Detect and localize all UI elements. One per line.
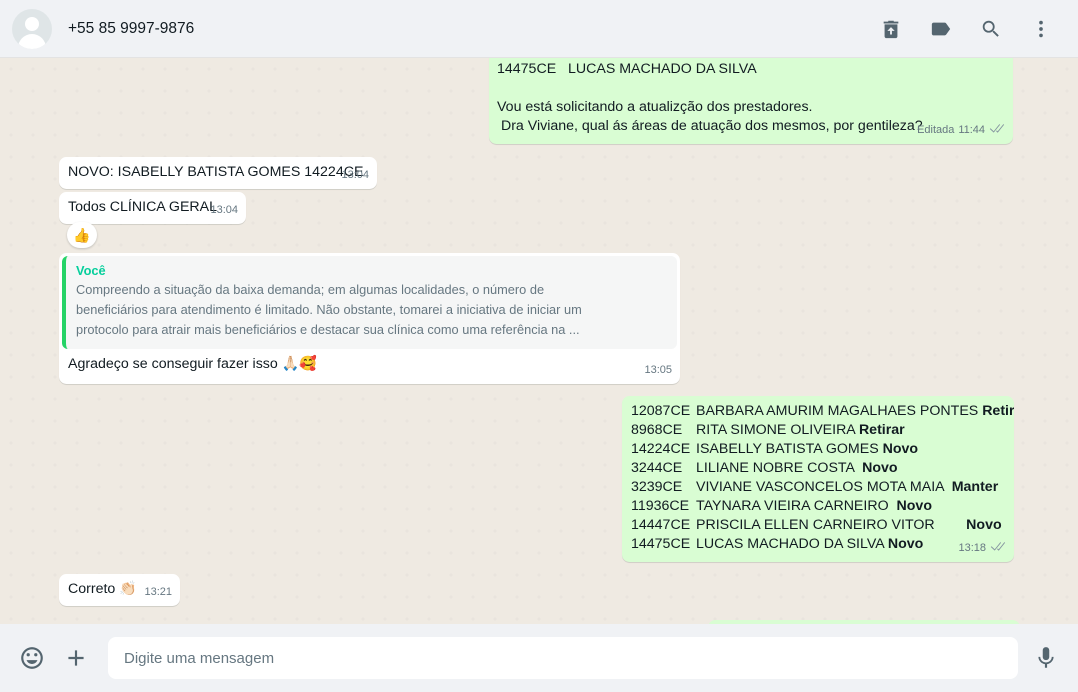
message-incoming[interactable]: Correto 👏🏻 13:21 — [59, 574, 180, 606]
mic-icon[interactable] — [1024, 636, 1068, 680]
message-meta: 13:18 — [959, 538, 1006, 558]
message-text: 14475CE LUCAS MACHADO DA SILVA — [497, 61, 757, 77]
provider-status: Retirar — [858, 422, 905, 438]
provider-name: LILIANE NOBRE COSTA — [696, 460, 863, 476]
message-time: 13:04 — [341, 169, 369, 181]
provider-code: 14475CE — [631, 536, 691, 552]
quoted-message[interactable]: Você Compreendo a situação da baixa dema… — [62, 256, 677, 349]
message-time: 13:18 — [958, 542, 987, 554]
provider-status: Novo — [966, 517, 1002, 533]
provider-row: 14224CE ISABELLY BATISTA GOMES Novo — [631, 440, 1014, 459]
provider-status: Novo — [887, 536, 924, 552]
provider-name: TAYNARA VIEIRA CARNEIRO — [696, 498, 897, 514]
message-text: Correto 👏🏻 — [68, 581, 137, 597]
provider-row: 3239CE VIVIANE VASCONCELOS MOTA MAIA Mant… — [631, 478, 1014, 497]
label-icon[interactable] — [916, 9, 966, 49]
provider-status: Novo — [882, 441, 919, 457]
quote-author: Você — [76, 263, 106, 278]
message-time: 13:21 — [144, 586, 172, 598]
plus-icon[interactable] — [54, 636, 98, 680]
provider-status: Novo — [862, 460, 898, 476]
message-text: Vou está solicitando a atualizção dos pr… — [497, 99, 813, 115]
provider-name: PRISCILA ELLEN CARNEIRO VITOR — [696, 517, 967, 533]
message-text: Todos CLÍNICA GERAL — [68, 199, 218, 215]
provider-code: 3239CE — [631, 479, 683, 495]
header-actions — [866, 9, 1066, 49]
quote-text-line: Compreendo a situação da baixa demanda; … — [76, 282, 545, 297]
provider-row: 14447CE PRISCILA ELLEN CARNEIRO VITOR Nov… — [631, 516, 1014, 535]
message-incoming[interactable]: Você Compreendo a situação da baixa dema… — [59, 253, 680, 384]
message-text: NOVO: ISABELLY BATISTA GOMES 14224CE — [68, 164, 364, 180]
message-meta: Editada 11:44 — [917, 120, 1005, 140]
provider-name: VIVIANE VASCONCELOS MOTA MAIA — [696, 479, 952, 495]
double-check-icon — [989, 121, 1005, 137]
message-time: 11:44 — [958, 124, 986, 136]
provider-row: 8968CE RITA SIMONE OLIVEIRA Retirar — [631, 421, 1014, 440]
contact-name[interactable]: +55 85 9997-9876 — [68, 20, 194, 38]
search-icon[interactable] — [966, 9, 1016, 49]
provider-status: Novo — [896, 498, 932, 514]
provider-code: 14447CE — [631, 517, 691, 533]
provider-code: 8968CE — [631, 422, 683, 438]
avatar[interactable] — [12, 8, 52, 49]
quote-text-line: beneficiários para atendimento é limitad… — [76, 302, 582, 317]
message-text — [497, 79, 1003, 98]
provider-row: 3244CE LILIANE NOBRE COSTA Novo — [631, 459, 1014, 478]
provider-code: 12087CE — [631, 403, 691, 419]
provider-name: ISABELLY BATISTA GOMES — [696, 441, 883, 457]
message-time: 13:04 — [210, 204, 238, 216]
emoji-icon[interactable] — [10, 636, 54, 680]
message-input[interactable] — [108, 637, 1018, 679]
provider-code: 11936CE — [631, 498, 690, 514]
provider-list: 12087CE BARBARA AMURIM MAGALHAES PONTES R… — [631, 402, 1014, 554]
quote-text-line: protocolo para atrair mais beneficiários… — [76, 322, 580, 337]
menu-icon[interactable] — [1016, 9, 1066, 49]
provider-code: 3244CE — [631, 460, 683, 476]
provider-code: 14224CE — [631, 441, 691, 457]
provider-row: 12087CE BARBARA AMURIM MAGALHAES PONTES R… — [631, 402, 1014, 421]
compose-bar — [0, 624, 1078, 692]
reaction-badge[interactable]: 👍 — [67, 222, 97, 248]
message-outgoing[interactable]: 12087CE BARBARA AMURIM MAGALHAES PONTES R… — [622, 396, 1014, 562]
delete-icon[interactable] — [866, 9, 916, 49]
provider-name: BARBARA AMURIM MAGALHAES PONTES — [696, 403, 983, 419]
message-time: 13:05 — [644, 364, 672, 376]
message-text: Agradeço se conseguir fazer isso 🙏🏻🥰 — [68, 356, 318, 372]
message-incoming[interactable]: Todos CLÍNICA GERAL 13:04 — [59, 192, 246, 224]
chat-area[interactable]: 14475CE LUCAS MACHADO DA SILVA Vou está … — [0, 58, 1078, 624]
provider-row: 11936CE TAYNARA VIEIRA CARNEIRO Novo — [631, 497, 1014, 516]
provider-status: Manter — [951, 479, 999, 495]
provider-name: LUCAS MACHADO DA SILVA — [696, 536, 888, 552]
message-outgoing[interactable]: 14475CE LUCAS MACHADO DA SILVA Vou está … — [489, 58, 1013, 144]
double-check-icon — [990, 539, 1006, 555]
chat-header: +55 85 9997-9876 — [0, 0, 1078, 58]
edited-label: Editada — [917, 124, 955, 136]
provider-status: Retirar — [982, 403, 1014, 419]
provider-row: 14475CE LUCAS MACHADO DA SILVA Novo — [631, 535, 1014, 554]
provider-name: RITA SIMONE OLIVEIRA — [696, 422, 859, 438]
message-incoming[interactable]: NOVO: ISABELLY BATISTA GOMES 14224CE 13:… — [59, 157, 377, 189]
